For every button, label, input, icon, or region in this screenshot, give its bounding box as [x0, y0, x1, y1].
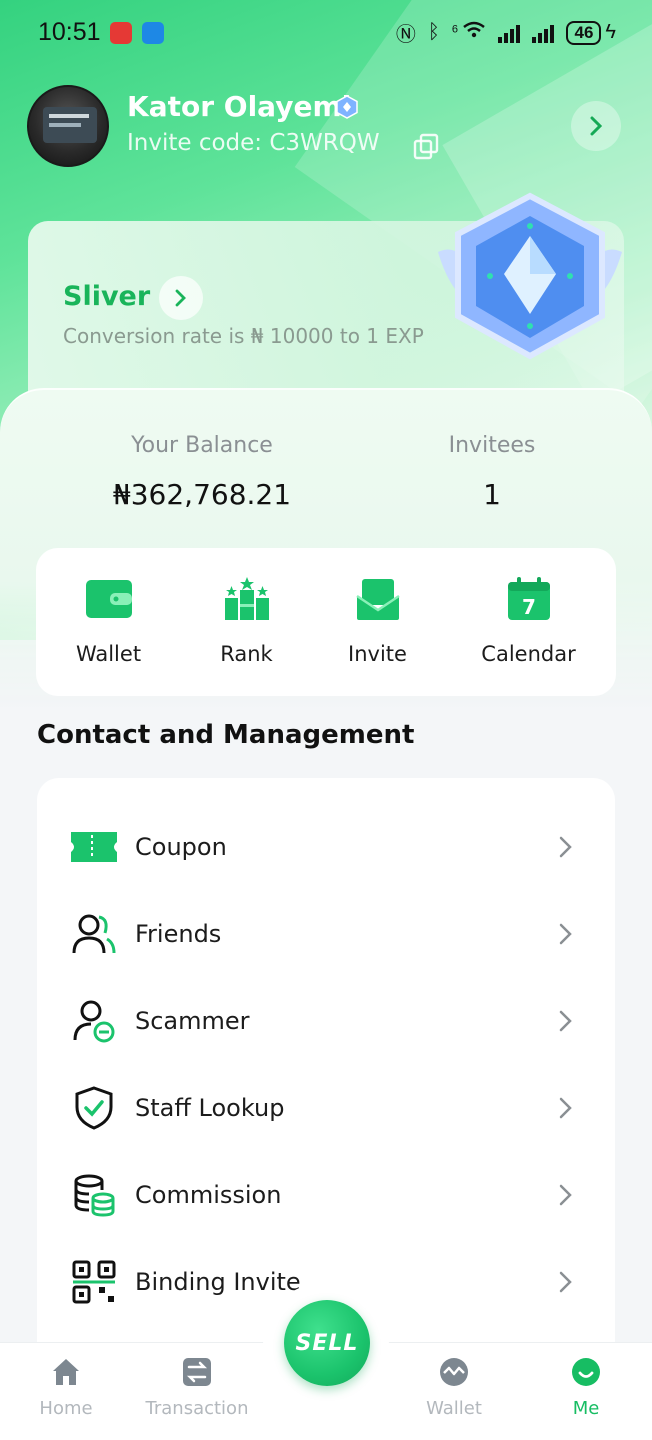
nav-label: Home [39, 1398, 93, 1419]
menu-item-label: Scammer [135, 1007, 250, 1035]
nav-me[interactable]: Me [526, 1356, 646, 1419]
menu-item-label: Friends [135, 920, 222, 948]
menu-item-staff-lookup[interactable]: Staff Lookup [37, 1065, 615, 1151]
me-icon [572, 1358, 600, 1386]
quick-actions: Wallet Rank Invite 7 Calendar [36, 548, 616, 696]
user-name: Kator Olayemi [127, 90, 352, 123]
sell-button[interactable]: SELL [284, 1300, 370, 1386]
signal-icon [532, 23, 555, 43]
home-icon [53, 1359, 79, 1385]
menu-item-scammer[interactable]: Scammer [37, 978, 615, 1064]
wallet-nav-icon [440, 1358, 468, 1386]
balance-value: ₦362,768.21 [112, 478, 292, 511]
level-title: Sliver [63, 281, 151, 312]
commission-icon [74, 1174, 115, 1217]
nav-home[interactable]: Home [6, 1356, 126, 1419]
nav-label: Transaction [145, 1398, 249, 1419]
calendar-day: 7 [522, 595, 536, 619]
status-icons: Ⓝ ᛒ 6 46 ϟ [396, 18, 616, 47]
wifi-icon: 6 [452, 21, 487, 44]
friends-icon [72, 914, 116, 954]
signal-icon [498, 23, 521, 43]
nav-wallet[interactable]: Wallet [394, 1356, 514, 1419]
section-title: Contact and Management [37, 720, 415, 750]
calendar-icon: 7 [507, 577, 550, 620]
chevron-right-icon [559, 923, 572, 945]
chevron-right-icon [559, 1097, 572, 1119]
coupon-icon [71, 832, 117, 862]
nav-label: Me [572, 1398, 600, 1419]
nav-transaction[interactable]: Transaction [137, 1356, 257, 1419]
network-label: 6 [451, 23, 459, 36]
status-time: 10:51 [38, 18, 101, 46]
menu-item-label: Binding Invite [135, 1268, 301, 1296]
quick-action-calendar[interactable]: 7 Calendar [456, 548, 601, 696]
chevron-right-icon [559, 836, 572, 858]
quick-action-label: Wallet [75, 642, 142, 666]
charging-icon: ϟ [605, 21, 616, 43]
menu-item-commission[interactable]: Commission [37, 1152, 615, 1238]
quick-action-invite[interactable]: Invite [305, 548, 450, 696]
sell-button-label: SELL [295, 1330, 359, 1356]
verified-icon [336, 95, 358, 119]
status-bar: 10:51 Ⓝ ᛒ 6 46 ϟ [0, 0, 652, 66]
balance-label: Your Balance [131, 433, 273, 458]
level-arrow-button[interactable] [159, 276, 203, 320]
avatar[interactable] [27, 85, 109, 167]
chevron-right-icon [559, 1184, 572, 1206]
shield-check-icon [75, 1086, 113, 1130]
bluetooth-icon: ᛒ [427, 21, 440, 43]
quick-action-wallet[interactable]: Wallet [36, 548, 181, 696]
wallet-icon [85, 580, 132, 618]
menu-item-label: Commission [135, 1181, 282, 1209]
copy-icon[interactable] [412, 132, 440, 160]
invite-icon [355, 579, 400, 620]
level-badge-icon [438, 192, 622, 360]
menu-item-friends[interactable]: Friends [37, 891, 615, 977]
chevron-right-icon [590, 116, 603, 136]
profile-arrow-button[interactable] [571, 101, 621, 151]
invitees-label: Invitees [448, 433, 536, 458]
chevron-right-icon [175, 289, 186, 307]
menu-item-label: Staff Lookup [135, 1094, 285, 1122]
battery-icon: 46 [566, 20, 602, 45]
quick-action-label: Rank [220, 642, 273, 666]
invitees-value: 1 [483, 478, 501, 511]
invite-code: Invite code: C3WRQW [127, 130, 380, 156]
chevron-right-icon [559, 1010, 572, 1032]
chevron-right-icon [559, 1271, 572, 1293]
scammer-icon [73, 1000, 115, 1043]
menu-item-coupon[interactable]: Coupon [37, 804, 615, 890]
level-description: Conversion rate is ₦ 10000 to 1 EXP [63, 324, 424, 348]
quick-action-rank[interactable]: Rank [174, 548, 319, 696]
app-notification-icon [110, 22, 132, 44]
rank-icon [224, 577, 269, 620]
usb-icon [142, 22, 164, 44]
nfc-icon: Ⓝ [395, 24, 416, 46]
quick-action-label: Invite [348, 642, 407, 666]
menu-item-label: Coupon [135, 833, 227, 861]
quick-action-label: Calendar [481, 642, 576, 666]
nav-label: Wallet [426, 1398, 482, 1419]
qr-code-icon [72, 1260, 116, 1304]
transaction-icon [183, 1358, 211, 1386]
